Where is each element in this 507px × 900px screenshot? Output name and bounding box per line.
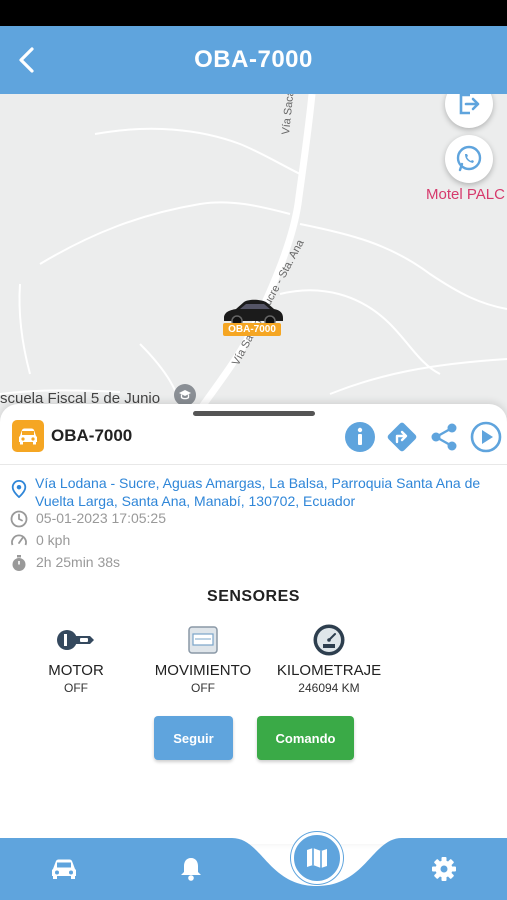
page-title: OBA-7000 xyxy=(194,46,313,73)
whatsapp-icon xyxy=(456,145,482,172)
export-icon xyxy=(459,94,480,115)
share-button[interactable] xyxy=(427,420,461,454)
map-view[interactable]: Vía Sacán - Sucre - ... Vía Sacán - Sucr… xyxy=(0,94,507,424)
top-bar: OBA-7000 xyxy=(0,26,507,94)
sheet-drag-handle[interactable] xyxy=(193,411,315,416)
play-icon xyxy=(470,421,502,453)
vehicle-speed: 0 kph xyxy=(36,532,71,548)
map-place-motel: Motel PALC xyxy=(426,186,505,203)
sensor-value: 246094 KM xyxy=(298,681,360,695)
whatsapp-button[interactable] xyxy=(445,135,493,183)
play-history-button[interactable] xyxy=(469,420,503,454)
share-icon xyxy=(431,423,457,451)
sensor-name: MOVIMIENTO xyxy=(154,662,252,679)
vehicle-type-icon xyxy=(12,420,44,452)
gear-icon xyxy=(432,857,456,881)
location-pin-icon xyxy=(11,480,27,498)
speedometer-icon xyxy=(11,534,27,546)
car-icon xyxy=(19,428,37,445)
nav-settings-tab[interactable] xyxy=(428,854,460,884)
info-icon xyxy=(345,422,375,452)
vehicle-duration: 2h 25min 38s xyxy=(36,554,121,570)
divider xyxy=(0,464,507,465)
school-icon xyxy=(174,384,196,406)
directions-icon xyxy=(387,422,417,452)
info-button[interactable] xyxy=(343,420,377,454)
clock-icon xyxy=(10,510,28,528)
sensor-value: OFF xyxy=(64,681,88,695)
sensor-movimiento: MOVIMIENTO OFF xyxy=(148,622,258,695)
movement-icon xyxy=(183,622,223,658)
vehicle-address-link[interactable]: Vía Lodana - Sucre, Aguas Amargas, La Ba… xyxy=(35,474,501,510)
sensors-title: SENSORES xyxy=(207,588,300,605)
sensor-kilometraje: KILOMETRAJE 246094 KM xyxy=(272,622,386,695)
sensor-motor: MOTOR OFF xyxy=(36,622,116,695)
vehicle-datetime: 05-01-2023 17:05:25 xyxy=(36,510,166,526)
engine-key-icon xyxy=(56,622,96,658)
sensor-name: MOTOR xyxy=(48,662,104,679)
nav-vehicles-tab[interactable] xyxy=(48,854,80,884)
map-roads xyxy=(0,94,507,424)
bottom-navigation xyxy=(0,832,507,900)
status-bar xyxy=(0,0,507,26)
directions-button[interactable] xyxy=(385,420,419,454)
stopwatch-icon xyxy=(12,555,26,571)
vehicle-marker-label: OBA-7000 xyxy=(223,323,281,336)
bell-icon xyxy=(181,858,201,881)
vehicle-plate: OBA-7000 xyxy=(51,426,133,445)
nav-alerts-tab[interactable] xyxy=(175,854,207,884)
odometer-icon xyxy=(309,622,349,658)
vehicle-detail-sheet: OBA-7000 Vía Lodana - Sucre, Aguas Amarg… xyxy=(0,404,507,844)
map-icon xyxy=(307,848,327,868)
vehicle-actions xyxy=(343,420,503,454)
nav-map-tab[interactable] xyxy=(291,832,343,884)
vehicle-header: OBA-7000 xyxy=(12,420,132,452)
car-icon xyxy=(52,859,76,879)
command-button[interactable]: Comando xyxy=(257,716,354,760)
follow-button[interactable]: Seguir xyxy=(154,716,233,760)
sensor-name: KILOMETRAJE xyxy=(276,662,382,679)
sensor-value: OFF xyxy=(191,681,215,695)
